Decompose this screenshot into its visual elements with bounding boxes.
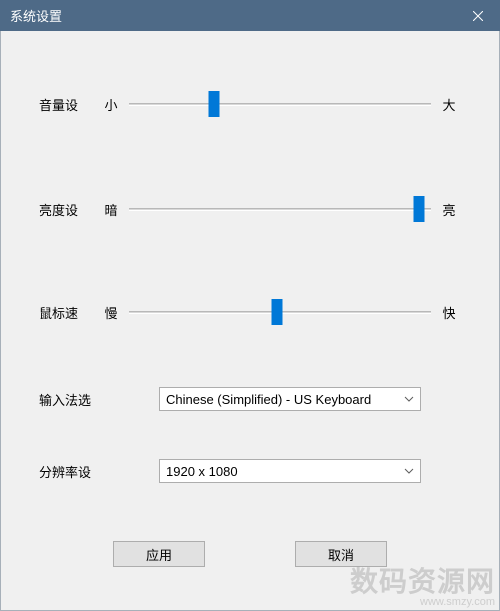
brightness-min-label: 暗 [99, 200, 123, 219]
ime-dropdown[interactable]: Chinese (Simplified) - US Keyboard [159, 387, 421, 411]
mouse-min-label: 慢 [99, 303, 123, 322]
apply-button-label: 应用 [146, 545, 172, 564]
chevron-down-icon [402, 468, 416, 474]
resolution-value: 1920 x 1080 [166, 464, 238, 479]
brightness-max-label: 亮 [437, 200, 461, 219]
window-title: 系统设置 [10, 6, 62, 25]
resolution-dropdown[interactable]: 1920 x 1080 [159, 459, 421, 483]
resolution-row: 分辨率设 1920 x 1080 [1, 459, 499, 483]
chevron-down-icon [402, 396, 416, 402]
volume-label: 音量设 [39, 95, 99, 114]
cancel-button-label: 取消 [328, 545, 354, 564]
slider-track [129, 208, 431, 211]
resolution-label: 分辨率设 [39, 462, 159, 481]
brightness-row: 亮度设 暗 亮 [1, 196, 499, 222]
apply-button[interactable]: 应用 [113, 541, 205, 567]
brightness-slider[interactable] [129, 196, 431, 222]
close-icon [473, 11, 483, 21]
volume-max-label: 大 [437, 95, 461, 114]
slider-track [129, 103, 431, 106]
volume-thumb[interactable] [208, 91, 219, 117]
ime-label: 输入法选 [39, 390, 159, 409]
ime-row: 输入法选 Chinese (Simplified) - US Keyboard [1, 387, 499, 411]
button-row: 应用 取消 [1, 541, 499, 567]
watermark-sub: www.smzy.com [350, 596, 495, 608]
mouse-max-label: 快 [437, 303, 461, 322]
volume-min-label: 小 [99, 95, 123, 114]
mouse-label: 鼠标速 [39, 303, 99, 322]
watermark-main: 数码资源网 [350, 566, 495, 597]
mouse-thumb[interactable] [271, 299, 282, 325]
client-area: 音量设 小 大 亮度设 暗 亮 鼠标速 慢 快 输入法选 Chinese (Si… [0, 31, 500, 611]
brightness-label: 亮度设 [39, 200, 99, 219]
volume-row: 音量设 小 大 [1, 91, 499, 117]
mouse-slider[interactable] [129, 299, 431, 325]
mouse-row: 鼠标速 慢 快 [1, 299, 499, 325]
ime-value: Chinese (Simplified) - US Keyboard [166, 392, 371, 407]
volume-slider[interactable] [129, 91, 431, 117]
close-button[interactable] [456, 0, 500, 31]
watermark: 数码资源网 www.smzy.com [350, 560, 495, 608]
brightness-thumb[interactable] [413, 196, 424, 222]
cancel-button[interactable]: 取消 [295, 541, 387, 567]
titlebar: 系统设置 [0, 0, 500, 31]
